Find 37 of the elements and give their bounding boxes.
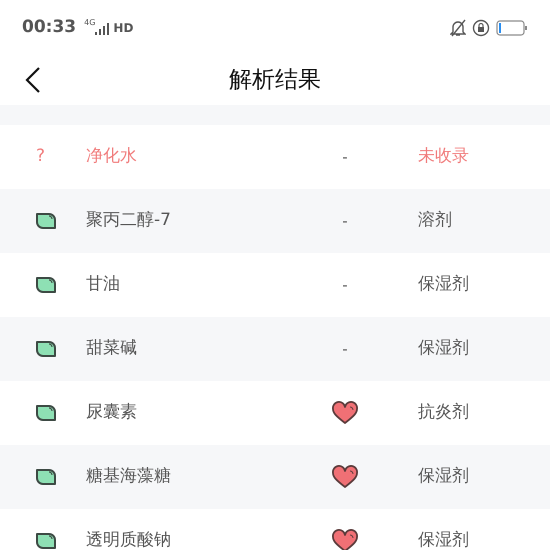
leaf-icon (35, 404, 57, 422)
rating-dash: - (342, 210, 348, 232)
heart-icon (332, 529, 358, 550)
leaf-icon (35, 276, 57, 294)
muted-bell-icon (450, 18, 466, 36)
ingredient-category: 保湿剂 (418, 337, 469, 360)
ingredient-category: 保湿剂 (418, 273, 469, 296)
ingredient-category: 抗炎剂 (418, 401, 469, 424)
ingredient-name: 甜菜碱 (86, 337, 138, 360)
unknown-mark: ? (36, 145, 46, 168)
rating-dash: - (342, 146, 348, 168)
ingredient-category: 保湿剂 (418, 529, 469, 550)
ingredient-category: 溶剂 (418, 209, 452, 232)
heart-icon (332, 465, 358, 489)
ingredient-name: 聚丙二醇-7 (86, 209, 172, 232)
ingredient-name: 尿囊素 (86, 401, 138, 424)
leaf-icon (35, 212, 57, 230)
battery-icon (496, 20, 528, 36)
rotation-lock-icon (472, 18, 490, 36)
heart-icon (332, 401, 358, 425)
ingredient-name: 透明质酸钠 (86, 529, 172, 550)
ingredient-name: 糖基海藻糖 (86, 465, 172, 488)
ingredient-category: 保湿剂 (418, 465, 469, 488)
page-title: 解析结果 (229, 66, 321, 95)
network-label: 4G (84, 16, 96, 28)
ingredient-category: 未收录 (418, 145, 469, 168)
leaf-icon (35, 468, 57, 486)
ingredient-name: 甘油 (86, 273, 121, 296)
rating-dash: - (342, 338, 348, 360)
leaf-icon (35, 532, 57, 550)
leaf-icon (35, 340, 57, 358)
signal-icon (95, 22, 110, 34)
rating-dash: - (342, 274, 348, 296)
status-time: 00:33 (22, 16, 76, 39)
ingredient-name: 净化水 (86, 145, 138, 168)
back-icon (25, 66, 41, 94)
hd-label: HD (113, 20, 134, 36)
